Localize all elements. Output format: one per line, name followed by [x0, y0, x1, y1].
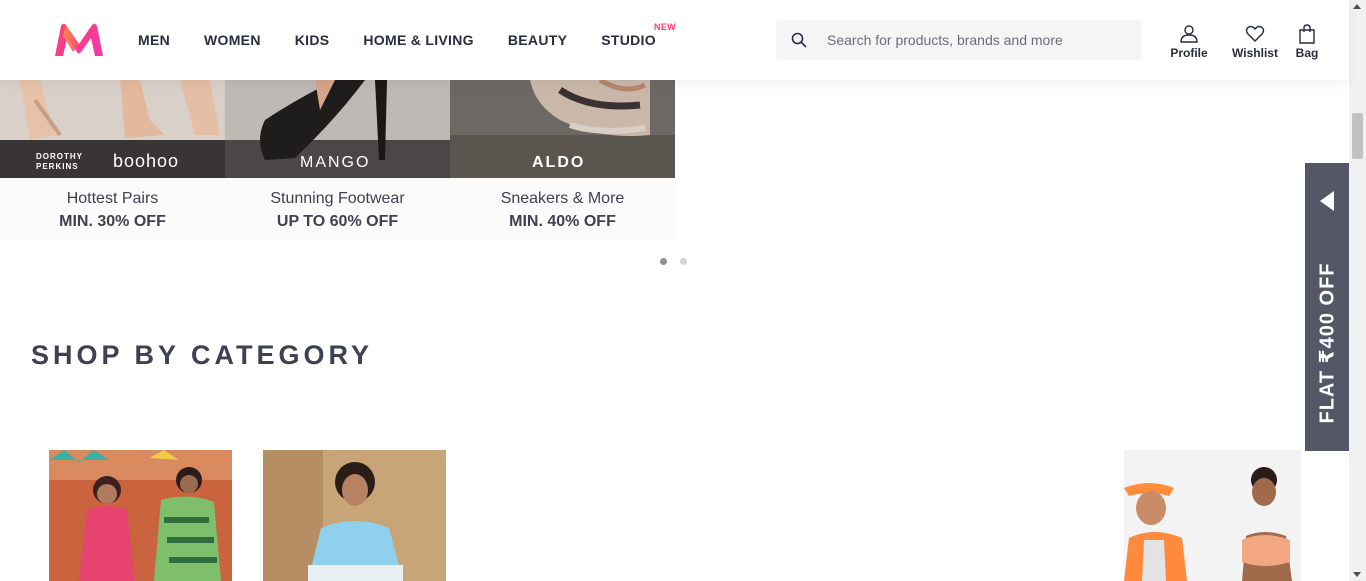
- section-title: SHOP BY CATEGORY: [31, 340, 374, 370]
- category-image: [49, 450, 232, 581]
- card-offer: MIN. 40% OFF: [509, 213, 616, 230]
- card-title: Hottest Pairs: [66, 190, 159, 207]
- scroll-up-icon[interactable]: [1353, 4, 1361, 9]
- bag-icon: [1299, 24, 1315, 44]
- nav-home-living[interactable]: HOME & LIVING: [363, 32, 473, 48]
- wishlist-label: Wishlist: [1232, 46, 1278, 60]
- nav-kids[interactable]: KIDS: [295, 32, 330, 48]
- carousel-dots: [660, 258, 700, 265]
- search-input[interactable]: [821, 32, 1141, 48]
- category-tile[interactable]: [49, 450, 232, 581]
- header: MEN WOMEN KIDS HOME & LIVING BEAUTY STUD…: [0, 0, 1349, 80]
- flat-offer-tab[interactable]: FLAT ₹400 OFF: [1305, 163, 1349, 451]
- caret-left-icon: [1320, 191, 1334, 211]
- profile-icon: [1180, 25, 1198, 43]
- offer-carousel: DOROTHY PERKINS boohoo Hottest Pairs MIN…: [0, 80, 675, 240]
- wishlist-button[interactable]: Wishlist: [1230, 24, 1280, 60]
- search-icon[interactable]: [777, 20, 821, 60]
- brand-boohoo: boohoo: [113, 151, 180, 171]
- main-nav: MEN WOMEN KIDS HOME & LIVING BEAUTY STUD…: [138, 0, 690, 80]
- brand-mango: MANGO: [300, 154, 371, 171]
- card-image: DOROTHY PERKINS boohoo: [0, 80, 225, 178]
- carousel-card[interactable]: ALDO Sneakers & More MIN. 40% OFF: [450, 80, 675, 240]
- nav-studio-label: STUDIO: [601, 32, 656, 48]
- category-image: [263, 450, 446, 581]
- card-offer: UP TO 60% OFF: [276, 213, 399, 230]
- scroll-down-icon[interactable]: [1353, 572, 1361, 577]
- carousel-card[interactable]: DOROTHY PERKINS boohoo Hottest Pairs MIN…: [0, 80, 225, 240]
- nav-studio[interactable]: STUDIO NEW: [601, 22, 675, 48]
- category-image: [1124, 450, 1301, 581]
- nav-men[interactable]: MEN: [138, 32, 170, 48]
- carousel-card[interactable]: MANGO Stunning Footwear UP TO 60% OFF: [225, 80, 450, 240]
- card-image: ALDO: [450, 80, 675, 178]
- card-image: MANGO: [225, 80, 450, 178]
- new-badge: NEW: [654, 22, 676, 32]
- scroll-thumb[interactable]: [1352, 113, 1363, 159]
- profile-label: Profile: [1170, 46, 1208, 60]
- carousel-dot[interactable]: [680, 258, 687, 265]
- flat-offer-label: FLAT ₹400 OFF: [1316, 262, 1339, 424]
- myntra-logo[interactable]: [53, 22, 105, 58]
- bag-button[interactable]: Bag: [1292, 24, 1322, 60]
- brand-aldo: ALDO: [532, 154, 586, 171]
- category-tile[interactable]: [263, 450, 446, 581]
- nav-women[interactable]: WOMEN: [204, 32, 261, 48]
- search-bar: [776, 20, 1142, 60]
- heart-icon: [1245, 25, 1265, 42]
- category-tile[interactable]: [1124, 450, 1301, 581]
- card-offer: MIN. 30% OFF: [59, 213, 166, 230]
- card-title: Sneakers & More: [500, 190, 625, 207]
- profile-button[interactable]: Profile: [1168, 24, 1210, 60]
- nav-beauty[interactable]: BEAUTY: [508, 32, 567, 48]
- page-scrollbar[interactable]: [1349, 0, 1366, 581]
- bag-label: Bag: [1295, 46, 1319, 60]
- brand-dorothy-perkins: DOROTHY PERKINS: [36, 152, 83, 171]
- card-title: Stunning Footwear: [270, 190, 405, 207]
- header-actions: Profile Wishlist Bag: [1168, 24, 1322, 60]
- carousel-dot-active[interactable]: [660, 258, 667, 265]
